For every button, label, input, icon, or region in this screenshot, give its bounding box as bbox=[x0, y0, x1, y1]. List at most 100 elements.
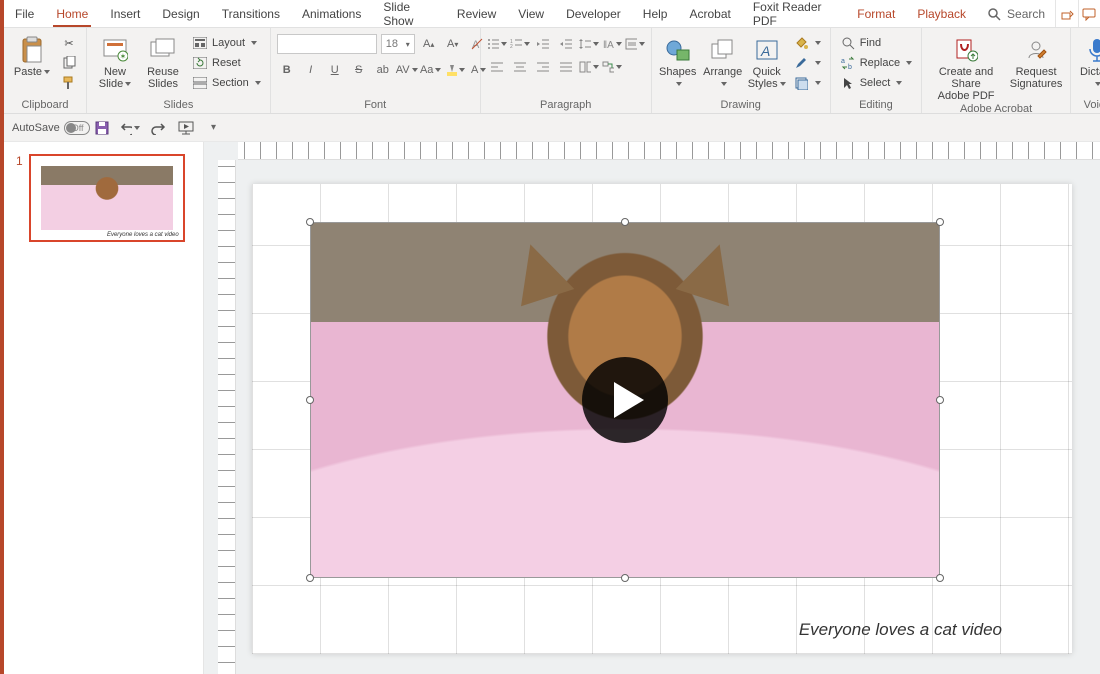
font-family-combo[interactable] bbox=[277, 34, 377, 54]
arrange-button[interactable]: Arrange bbox=[702, 34, 744, 90]
start-from-beginning-button[interactable] bbox=[176, 118, 196, 138]
resize-handle[interactable] bbox=[936, 574, 944, 582]
slide-editor[interactable]: Everyone loves a cat video bbox=[204, 142, 1100, 674]
autosave-toggle[interactable]: AutoSave Off bbox=[12, 121, 84, 135]
video-object[interactable] bbox=[310, 222, 940, 578]
quick-styles-button[interactable]: A Quick Styles bbox=[748, 34, 786, 90]
char-spacing-button[interactable]: AV bbox=[397, 60, 417, 80]
search-icon bbox=[987, 7, 1001, 21]
tab-view[interactable]: View bbox=[507, 0, 555, 27]
align-left-button[interactable] bbox=[487, 57, 507, 77]
slide-thumbnails-panel[interactable]: 1 Everyone loves a cat video bbox=[4, 142, 204, 674]
bullets-button[interactable] bbox=[487, 34, 507, 54]
copy-button[interactable] bbox=[58, 54, 80, 72]
comments-button[interactable] bbox=[1078, 0, 1100, 27]
decrease-font-button[interactable]: A▾ bbox=[443, 34, 463, 54]
layout-button[interactable]: Layout bbox=[189, 34, 264, 52]
resize-handle[interactable] bbox=[936, 396, 944, 404]
justify-button[interactable] bbox=[556, 57, 576, 77]
shadow-button[interactable]: ab bbox=[373, 60, 393, 80]
tab-slideshow[interactable]: Slide Show bbox=[372, 0, 446, 27]
find-button[interactable]: Find bbox=[837, 34, 915, 52]
text-direction-button[interactable]: ‖A bbox=[602, 34, 622, 54]
cut-button[interactable]: ✂ bbox=[58, 34, 80, 52]
reset-button[interactable]: Reset bbox=[189, 54, 264, 72]
tab-help[interactable]: Help bbox=[632, 0, 679, 27]
tab-format[interactable]: Format bbox=[846, 0, 906, 27]
undo-icon bbox=[120, 121, 132, 135]
tab-design[interactable]: Design bbox=[151, 0, 210, 27]
tab-foxit[interactable]: Foxit Reader PDF bbox=[742, 0, 846, 27]
resize-handle[interactable] bbox=[621, 574, 629, 582]
tab-review[interactable]: Review bbox=[446, 0, 507, 27]
resize-handle[interactable] bbox=[621, 218, 629, 226]
search-icon bbox=[840, 35, 856, 51]
play-button[interactable] bbox=[582, 357, 668, 443]
format-painter-button[interactable] bbox=[58, 74, 80, 92]
slide-thumbnail-1[interactable]: Everyone loves a cat video bbox=[29, 154, 185, 242]
decrease-indent-button[interactable] bbox=[533, 34, 553, 54]
shape-outline-button[interactable] bbox=[790, 54, 824, 72]
section-button[interactable]: Section bbox=[189, 74, 264, 92]
dictate-button[interactable]: Dictate bbox=[1077, 34, 1100, 90]
tab-animations[interactable]: Animations bbox=[291, 0, 372, 27]
share-icon bbox=[1060, 7, 1074, 21]
highlight-button[interactable] bbox=[445, 60, 465, 80]
numbering-button[interactable]: 12 bbox=[510, 34, 530, 54]
tell-me-search[interactable]: Search bbox=[977, 0, 1055, 27]
request-signatures-button[interactable]: Request Signatures bbox=[1008, 34, 1064, 90]
outdent-icon bbox=[536, 38, 550, 50]
underline-button[interactable]: U bbox=[325, 60, 345, 80]
paintbrush-icon bbox=[61, 75, 77, 91]
paste-button[interactable]: Paste bbox=[10, 34, 54, 78]
align-center-button[interactable] bbox=[510, 57, 530, 77]
resize-handle[interactable] bbox=[306, 574, 314, 582]
increase-indent-button[interactable] bbox=[556, 34, 576, 54]
tab-insert[interactable]: Insert bbox=[99, 0, 151, 27]
reuse-slides-icon bbox=[149, 36, 177, 64]
resize-handle[interactable] bbox=[936, 218, 944, 226]
font-size-combo[interactable]: 18▾ bbox=[381, 34, 415, 54]
smartart-button[interactable] bbox=[602, 57, 622, 77]
align-text-vert-button[interactable] bbox=[625, 34, 645, 54]
group-label-font: Font bbox=[277, 98, 474, 113]
columns-button[interactable] bbox=[579, 57, 599, 77]
share-button[interactable] bbox=[1055, 0, 1077, 27]
italic-button[interactable]: I bbox=[301, 60, 321, 80]
qat-customize-button[interactable]: ▾ bbox=[204, 118, 224, 138]
pen-icon bbox=[793, 55, 809, 71]
tab-home[interactable]: Home bbox=[45, 0, 99, 27]
redo-button[interactable] bbox=[148, 118, 168, 138]
new-slide-button[interactable]: ✶ New Slide bbox=[93, 34, 137, 90]
change-case-button[interactable]: Aa bbox=[421, 60, 441, 80]
resize-handle[interactable] bbox=[306, 218, 314, 226]
line-spacing-button[interactable] bbox=[579, 34, 599, 54]
ribbon-tabs: File Home Insert Design Transitions Anim… bbox=[4, 0, 1100, 28]
save-button[interactable] bbox=[92, 118, 112, 138]
bold-button[interactable]: B bbox=[277, 60, 297, 80]
slide-canvas[interactable]: Everyone loves a cat video bbox=[252, 184, 1072, 654]
svg-text:‖A: ‖A bbox=[603, 40, 614, 50]
increase-font-button[interactable]: A▴ bbox=[419, 34, 439, 54]
caption-text[interactable]: Everyone loves a cat video bbox=[799, 620, 1002, 640]
tab-transitions[interactable]: Transitions bbox=[211, 0, 291, 27]
select-button[interactable]: Select bbox=[837, 74, 915, 92]
shapes-button[interactable]: Shapes bbox=[658, 34, 698, 90]
replace-button[interactable]: abReplace bbox=[837, 54, 915, 72]
signature-icon bbox=[1022, 36, 1050, 64]
shape-effects-button[interactable] bbox=[790, 74, 824, 92]
resize-handle[interactable] bbox=[306, 396, 314, 404]
tab-playback[interactable]: Playback bbox=[906, 0, 977, 27]
clipboard-icon bbox=[18, 36, 46, 64]
reuse-slides-button[interactable]: Reuse Slides bbox=[141, 34, 185, 90]
group-voice: Dictate Voice bbox=[1071, 28, 1100, 113]
align-right-button[interactable] bbox=[533, 57, 553, 77]
present-icon bbox=[178, 121, 194, 135]
shape-fill-button[interactable] bbox=[790, 34, 824, 52]
strikethrough-button[interactable]: S bbox=[349, 60, 369, 80]
tab-developer[interactable]: Developer bbox=[555, 0, 632, 27]
undo-button[interactable] bbox=[120, 118, 140, 138]
create-pdf-button[interactable]: Create and Share Adobe PDF bbox=[928, 34, 1004, 102]
tab-acrobat[interactable]: Acrobat bbox=[678, 0, 741, 27]
tab-file[interactable]: File bbox=[4, 0, 45, 27]
